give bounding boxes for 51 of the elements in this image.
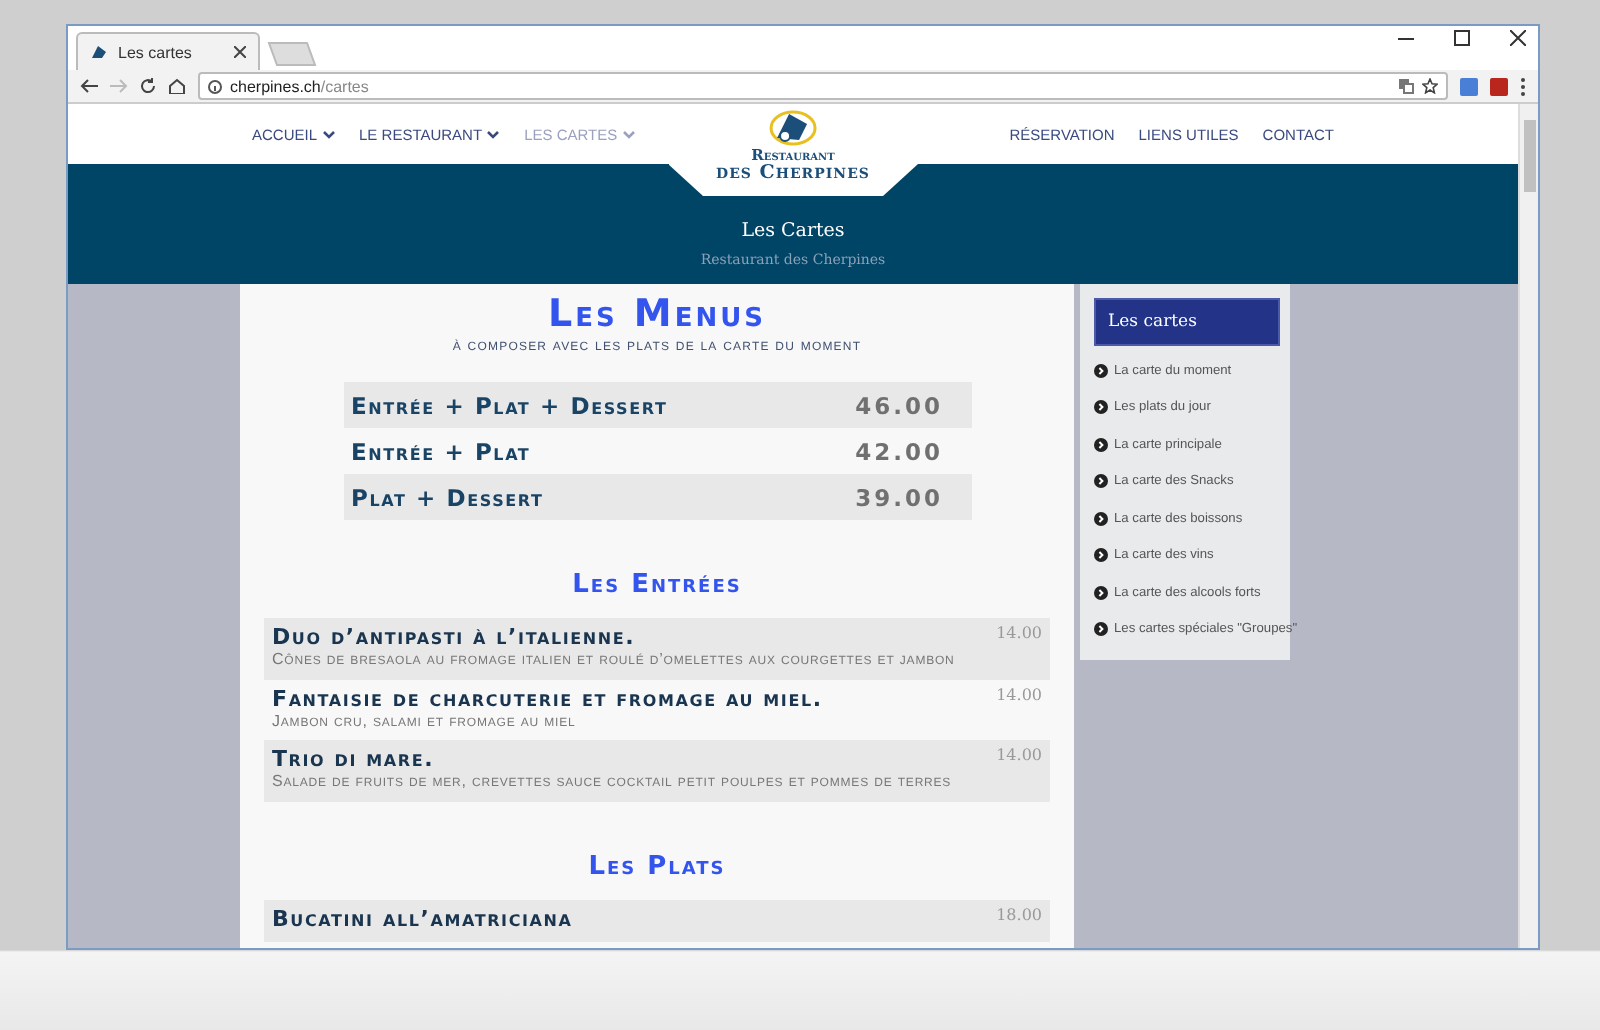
dish-name: Fantaisie de charcuterie et fromage au miel. xyxy=(272,685,825,712)
url-text: cherpines.ch/cartes xyxy=(230,77,369,95)
menu-price: 39.00 xyxy=(855,483,943,511)
dish-price: 14.00 xyxy=(996,685,1042,708)
circle-chevron-icon xyxy=(1094,400,1108,415)
page-title: Les Cartes xyxy=(741,220,845,242)
scrollbar[interactable] xyxy=(1518,104,1538,948)
menu-price: 42.00 xyxy=(855,437,943,465)
circle-chevron-icon xyxy=(1094,437,1108,452)
browser-tab[interactable]: Les cartes xyxy=(76,32,260,70)
menu-price: 46.00 xyxy=(855,391,943,419)
close-icon[interactable] xyxy=(234,46,246,58)
dish-description: Jambon cru, salami et fromage au miel xyxy=(272,711,578,731)
section-heading: Les Plats xyxy=(588,851,726,882)
dish-price: 14.00 xyxy=(996,746,1042,769)
menu-name: Entrée + Plat xyxy=(351,437,531,465)
dish-description: Cônes de bresaola au fromage italien et roulé d’omelettes aux courgettes et jambon xyxy=(272,650,957,670)
star-icon[interactable] xyxy=(1422,78,1438,94)
chevron-down-icon xyxy=(486,129,501,139)
info-icon[interactable] xyxy=(208,79,222,93)
circle-chevron-icon xyxy=(1094,585,1108,600)
section-heading: Les Entrées xyxy=(572,570,742,600)
dish-name: Trio di mare. xyxy=(272,746,437,773)
circle-chevron-icon xyxy=(1094,548,1108,563)
chevron-down-icon xyxy=(621,129,636,139)
circle-chevron-icon xyxy=(1094,511,1108,526)
menu-icon[interactable] xyxy=(1520,77,1526,95)
back-arrow-icon[interactable] xyxy=(80,78,98,94)
section-heading: Les Menus xyxy=(547,296,767,334)
home-icon[interactable] xyxy=(168,78,186,94)
logo-emblem-icon[interactable] xyxy=(769,108,817,148)
translate-icon[interactable] xyxy=(1398,78,1414,94)
dish-price: 18.00 xyxy=(996,905,1042,928)
reload-icon[interactable] xyxy=(140,78,156,94)
dish-description: Salade de fruits de mer, crevettes sauce cocktail petit poulpes et pommes de terres xyxy=(272,772,954,792)
circle-chevron-icon xyxy=(1094,474,1108,489)
dish-name: Duo d’antipasti à l’italienne. xyxy=(272,624,638,650)
maximize-icon[interactable] xyxy=(1454,30,1470,46)
dish-price: 14.00 xyxy=(996,624,1042,646)
menu-name: Entrée + Plat + Dessert xyxy=(351,391,668,419)
address-bar[interactable]: cherpines.ch/cartes xyxy=(198,72,1448,100)
chevron-down-icon xyxy=(321,129,336,139)
circle-chevron-icon xyxy=(1094,622,1108,637)
site-favicon-icon xyxy=(90,44,108,60)
logo-text: des Cherpines xyxy=(716,163,870,182)
menu-name: Plat + Dessert xyxy=(351,483,544,511)
sidebar-heading: Les cartes xyxy=(1094,298,1280,346)
circle-chevron-icon xyxy=(1094,363,1108,378)
close-icon[interactable] xyxy=(1510,30,1526,46)
dish-name: Bucatini all’amatriciana xyxy=(272,905,575,932)
section-subtitle: à composer avec les plats de la carte du moment xyxy=(452,336,862,354)
